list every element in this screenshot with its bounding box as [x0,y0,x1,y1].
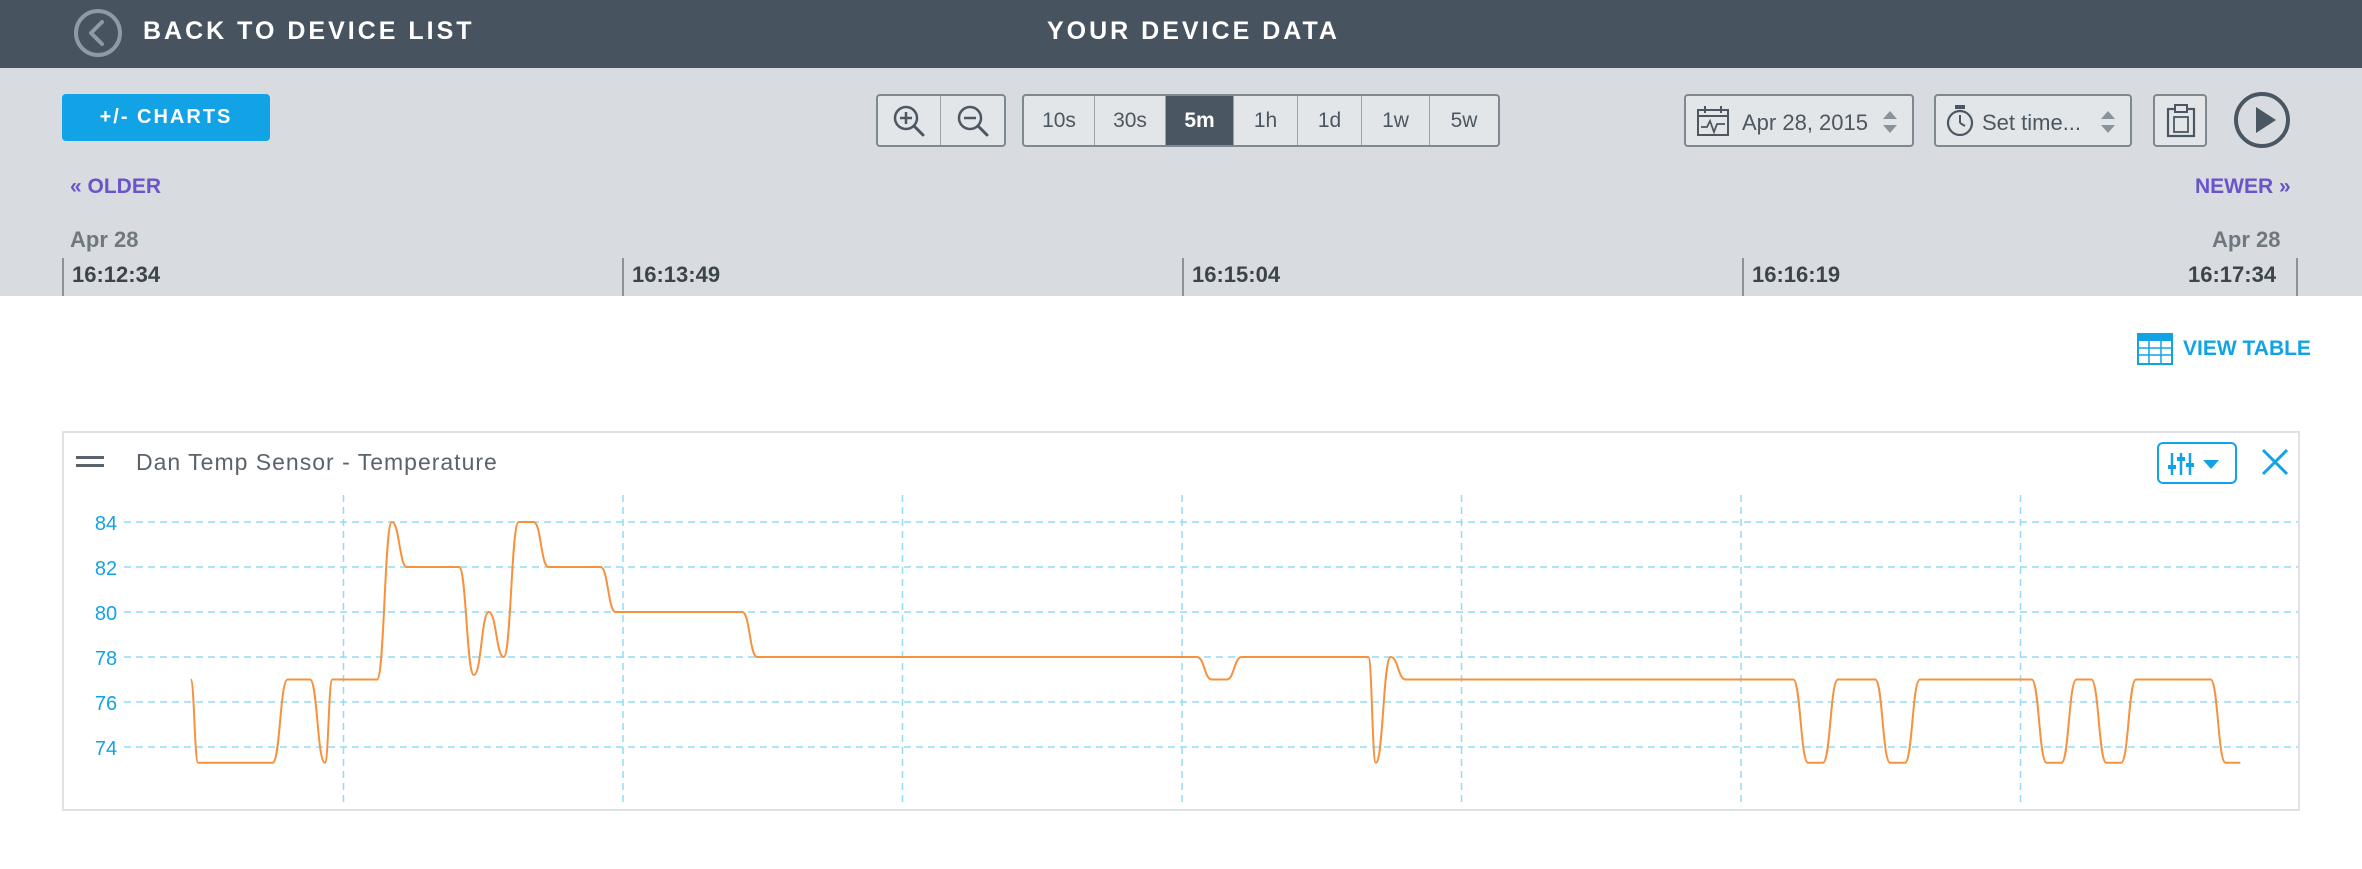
y-tick-label: 74 [95,738,117,760]
play-icon[interactable] [2232,90,2292,150]
y-tick-label: 78 [95,648,117,670]
time-spinner-icon[interactable] [2100,109,2116,135]
y-tick-label: 82 [95,558,117,580]
y-tick-label: 80 [95,603,117,625]
timeline-tick [2296,258,2298,296]
newer-link[interactable]: NEWER » [2195,175,2291,199]
calendar-icon [1697,106,1729,136]
time-placeholder: Set time... [1982,110,2082,135]
back-to-device-list-link[interactable]: BACK TO DEVICE LIST [143,17,475,46]
zoom-out-button[interactable] [941,96,1004,145]
timeline-tick [1742,258,1744,296]
older-link[interactable]: « OLDER [70,175,161,199]
timeline-tick-label: 16:12:34 [72,262,161,287]
drag-handle-icon[interactable] [76,455,106,469]
range-button-1d[interactable]: 1d [1298,96,1362,145]
close-icon[interactable] [2260,447,2290,477]
top-bar: BACK TO DEVICE LIST YOUR DEVICE DATA [0,0,2362,68]
stopwatch-icon [1946,105,1974,137]
range-button-5w[interactable]: 5w [1430,96,1498,145]
timeline-tick-label: 16:16:19 [1752,262,1841,287]
timeline-tick [62,258,64,296]
view-table-link[interactable]: VIEW TABLE [2137,333,2311,365]
chart-title: Dan Temp Sensor - Temperature [136,449,498,475]
date-value: Apr 28, 2015 [1742,110,1868,135]
temperature-chart: 74 76 78 80 82 84 [95,495,2298,805]
time-picker[interactable]: Set time... [1934,94,2132,147]
timeline-end-date: Apr 28 [2212,227,2281,252]
timeline-tick-label: 16:13:49 [632,262,721,287]
chart-settings-button[interactable] [2157,442,2237,484]
range-button-10s[interactable]: 10s [1024,96,1095,145]
timeline-tick [1182,258,1184,296]
range-button-30s[interactable]: 30s [1095,96,1166,145]
timeline-tick-label: 16:15:04 [1192,262,1281,287]
sliders-icon [2168,453,2219,475]
zoom-controls [876,94,1006,147]
clipboard-button[interactable] [2153,94,2207,147]
page-title: YOUR DEVICE DATA [1047,17,1340,45]
table-icon [2137,333,2173,365]
timeline-tick [622,258,624,296]
zoom-out-icon [957,105,988,136]
range-button-5m[interactable]: 5m [1166,96,1234,145]
time-range-selector: 10s 30s 5m 1h 1d 1w 5w [1022,94,1500,147]
range-button-1w[interactable]: 1w [1362,96,1430,145]
y-tick-label: 84 [95,513,117,535]
add-remove-charts-button[interactable]: +/- CHARTS [62,94,270,141]
range-button-1h[interactable]: 1h [1234,96,1298,145]
back-arrow-icon[interactable] [74,9,122,57]
zoom-in-button[interactable] [878,96,942,145]
date-spinner-icon[interactable] [1882,109,1898,135]
clipboard-icon [2166,104,2196,138]
date-picker[interactable]: Apr 28, 2015 [1684,94,1914,147]
chart-card: 74 76 78 80 82 84 Dan Temp Sensor - Temperatu… [62,431,2300,811]
temperature-series-line [189,520,2241,764]
y-tick-label: 76 [95,693,117,715]
view-table-label: VIEW TABLE [2183,337,2311,360]
zoom-in-icon [893,105,925,136]
timeline-tick-label: 16:17:34 [2188,262,2277,287]
timeline-start-date: Apr 28 [70,227,139,252]
